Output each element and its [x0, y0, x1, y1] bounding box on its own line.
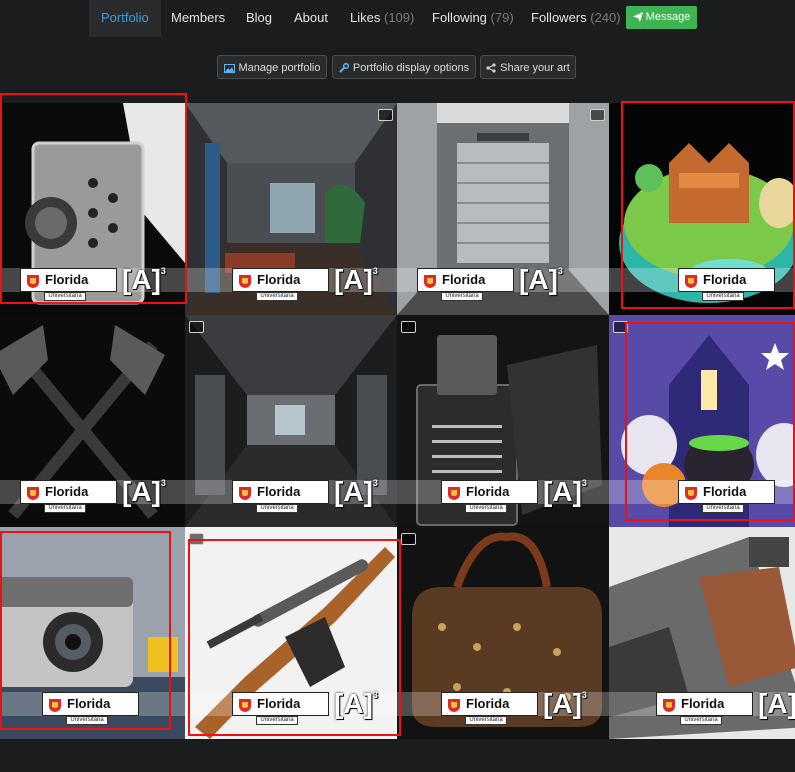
- a3-logo: [A]3: [122, 264, 166, 295]
- tab-likes[interactable]: Likes (109): [350, 0, 414, 37]
- message-button[interactable]: Message: [626, 6, 697, 29]
- manage-portfolio-label: Manage portfolio: [238, 62, 321, 74]
- watermark-sub: Universitària: [465, 716, 507, 725]
- multi-image-icon: [378, 109, 393, 121]
- manage-portfolio-button[interactable]: Manage portfolio: [217, 55, 327, 79]
- watermark-sub: Universitària: [44, 292, 86, 301]
- tab-portfolio[interactable]: Portfolio: [89, 0, 161, 37]
- likes-count: (109): [383, 10, 415, 25]
- shield-logo-icon: [685, 487, 697, 500]
- message-label: Message: [645, 11, 691, 23]
- a3-logo: [A]3: [122, 476, 166, 507]
- a3-logo: [A]3: [334, 476, 378, 507]
- watermark-brand: Florida: [703, 272, 747, 287]
- multi-image-icon: [189, 321, 204, 333]
- a3-logo: [A]3: [519, 264, 563, 295]
- multi-image-icon: [590, 109, 605, 121]
- share-art-label: Share your art: [500, 62, 570, 74]
- image-icon: [223, 64, 235, 73]
- shield-logo-icon: [239, 275, 251, 288]
- watermark-sub: Universitària: [702, 292, 744, 301]
- artwork-tile[interactable]: Florida Universitària [A]3: [0, 315, 185, 527]
- watermark-brand: Florida: [466, 484, 510, 499]
- tab-blog[interactable]: Blog: [246, 0, 272, 37]
- tab-label: Followers: [531, 10, 587, 25]
- shield-logo-icon: [448, 699, 460, 712]
- shield-logo-icon: [663, 699, 675, 712]
- a3-logo: [A]3: [543, 476, 587, 507]
- watermark-brand: Florida: [466, 696, 510, 711]
- display-options-label: Portfolio display options: [352, 62, 470, 74]
- watermark-sub: Universitària: [680, 716, 722, 725]
- watermark-brand: Florida: [45, 484, 89, 499]
- portfolio-nav: Portfolio Members Blog About Likes (109)…: [0, 0, 795, 37]
- shield-logo-icon: [448, 487, 460, 500]
- shield-logo-icon: [49, 699, 61, 712]
- watermark-sub: Universitària: [66, 716, 108, 725]
- watermark-sub: Universitària: [44, 504, 86, 513]
- tab-label: Following: [432, 10, 487, 25]
- share-art-button[interactable]: Share your art: [480, 55, 576, 79]
- watermark-sub: Universitària: [465, 504, 507, 513]
- tab-label: Members: [171, 10, 226, 25]
- artwork-tile[interactable]: Florida Universitària: [609, 315, 795, 527]
- artwork-tile[interactable]: Florida Universitària: [0, 527, 185, 739]
- tab-members[interactable]: Members: [171, 0, 225, 37]
- watermark-sub: Universitària: [702, 504, 744, 513]
- multi-image-icon: [401, 321, 416, 333]
- tab-label: Blog: [246, 10, 273, 25]
- a3-logo: [A]3: [334, 688, 378, 719]
- artwork-tile[interactable]: Florida Universitària [A]3: [397, 527, 609, 739]
- watermark-brand: Florida: [703, 484, 747, 499]
- share-icon: [486, 63, 496, 73]
- watermark-brand: Florida: [257, 484, 301, 499]
- paper-plane-icon: [632, 12, 643, 22]
- tab-label: Likes: [350, 10, 381, 25]
- followers-count: (240): [590, 10, 621, 25]
- following-count: (79): [490, 10, 514, 25]
- a3-logo: [A]3: [334, 264, 378, 295]
- artwork-tile[interactable]: Florida Universitària [A]3: [185, 527, 397, 739]
- shield-logo-icon: [239, 699, 251, 712]
- shield-logo-icon: [27, 275, 39, 288]
- tab-label: About: [294, 10, 328, 25]
- a3-logo: [A]3: [758, 688, 795, 719]
- shield-logo-icon: [424, 275, 436, 288]
- watermark-brand: Florida: [45, 272, 89, 287]
- display-options-button[interactable]: Portfolio display options: [332, 55, 476, 79]
- watermark-sub: Universitària: [256, 716, 298, 725]
- tab-followers[interactable]: Followers (240): [531, 0, 621, 37]
- multi-image-icon: [189, 533, 204, 545]
- shield-logo-icon: [27, 487, 39, 500]
- artwork-tile[interactable]: Florida Universitària: [609, 103, 795, 315]
- shield-logo-icon: [685, 275, 697, 288]
- artwork-tile[interactable]: Florida Universitària [A]3: [0, 103, 185, 315]
- artwork-tile[interactable]: Florida Universitària [A]3: [185, 315, 397, 527]
- artwork-tile[interactable]: Florida Universitària [A]3: [397, 103, 609, 315]
- multi-image-icon: [613, 321, 628, 333]
- tab-about[interactable]: About: [294, 0, 328, 37]
- watermark-brand: Florida: [67, 696, 111, 711]
- artwork-tile[interactable]: Florida Universitària [A]3: [185, 103, 397, 315]
- watermark-sub: Universitària: [441, 292, 483, 301]
- watermark-brand: Florida: [442, 272, 486, 287]
- tab-following[interactable]: Following (79): [432, 0, 514, 37]
- watermark-sub: Universitària: [256, 292, 298, 301]
- wrench-icon: [339, 62, 349, 73]
- artwork-tile[interactable]: Florida Universitària [A]3: [397, 315, 609, 527]
- watermark-brand: Florida: [257, 696, 301, 711]
- tab-label: Portfolio: [101, 10, 149, 25]
- watermark-sub: Universitària: [256, 504, 298, 513]
- watermark-brand: Florida: [257, 272, 301, 287]
- multi-image-icon: [401, 533, 416, 545]
- shield-logo-icon: [239, 487, 251, 500]
- watermark-brand: Florida: [681, 696, 725, 711]
- artwork-tile[interactable]: Florida Universitària [A]3: [609, 527, 795, 739]
- a3-logo: [A]3: [543, 688, 587, 719]
